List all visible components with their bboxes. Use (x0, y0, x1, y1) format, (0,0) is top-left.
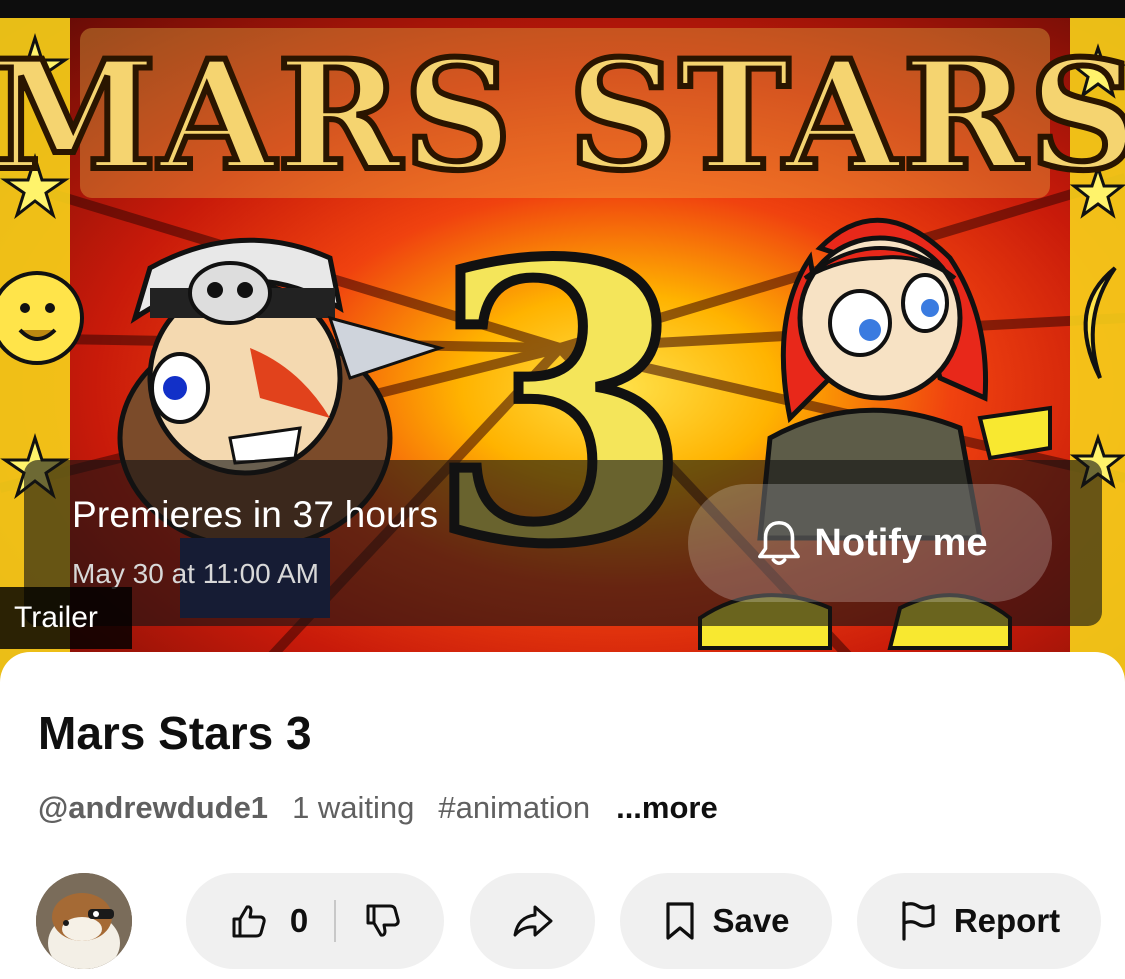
notify-me-button[interactable]: Notify me (688, 484, 1052, 602)
save-label: Save (712, 902, 790, 939)
notify-me-label: Notify me (814, 521, 988, 564)
like-button[interactable]: 0 (228, 901, 308, 941)
share-icon (513, 905, 552, 937)
share-button[interactable] (470, 873, 595, 969)
status-bar-strip (0, 0, 1125, 18)
report-button[interactable]: Report (857, 873, 1101, 969)
weasel-avatar-image (36, 873, 132, 969)
trailer-badge: Trailer (0, 587, 132, 649)
dislike-button[interactable] (362, 901, 402, 941)
sun-icon (0, 271, 84, 365)
like-divider (334, 900, 337, 942)
thumb-up-icon (232, 905, 266, 938)
video-player[interactable]: MARS STARS 3 Premieres in 37 hours May 3… (0, 0, 1125, 690)
video-title[interactable]: Mars Stars 3 (38, 706, 312, 760)
mars-stars-logo: MARS STARS (0, 25, 1125, 207)
report-label: Report (953, 902, 1061, 939)
bell-icon (758, 520, 801, 566)
video-metadata-row[interactable]: @andrewdude1 1 waiting #animation ...mor… (38, 788, 718, 828)
svg-text:MARS STARS: MARS STARS (0, 28, 1125, 204)
more-description-button[interactable]: ...more (616, 790, 718, 826)
video-watch-page: MARS STARS 3 Premieres in 37 hours May 3… (0, 0, 1125, 979)
like-count: 0 (289, 902, 309, 939)
waiting-count: 1 waiting (292, 790, 415, 825)
like-dislike-group: 0 (186, 873, 444, 969)
premiere-countdown: Premieres in 37 hours (72, 494, 439, 535)
bookmark-icon (666, 902, 695, 940)
hashtag-link[interactable]: #animation (438, 790, 590, 826)
channel-avatar[interactable] (36, 873, 132, 969)
save-button[interactable]: Save (620, 873, 832, 969)
premiere-date: May 30 at 11:00 AM (72, 558, 319, 589)
channel-handle[interactable]: @andrewdude1 (38, 790, 268, 826)
flag-icon (902, 901, 935, 941)
thumb-down-icon (366, 904, 400, 937)
